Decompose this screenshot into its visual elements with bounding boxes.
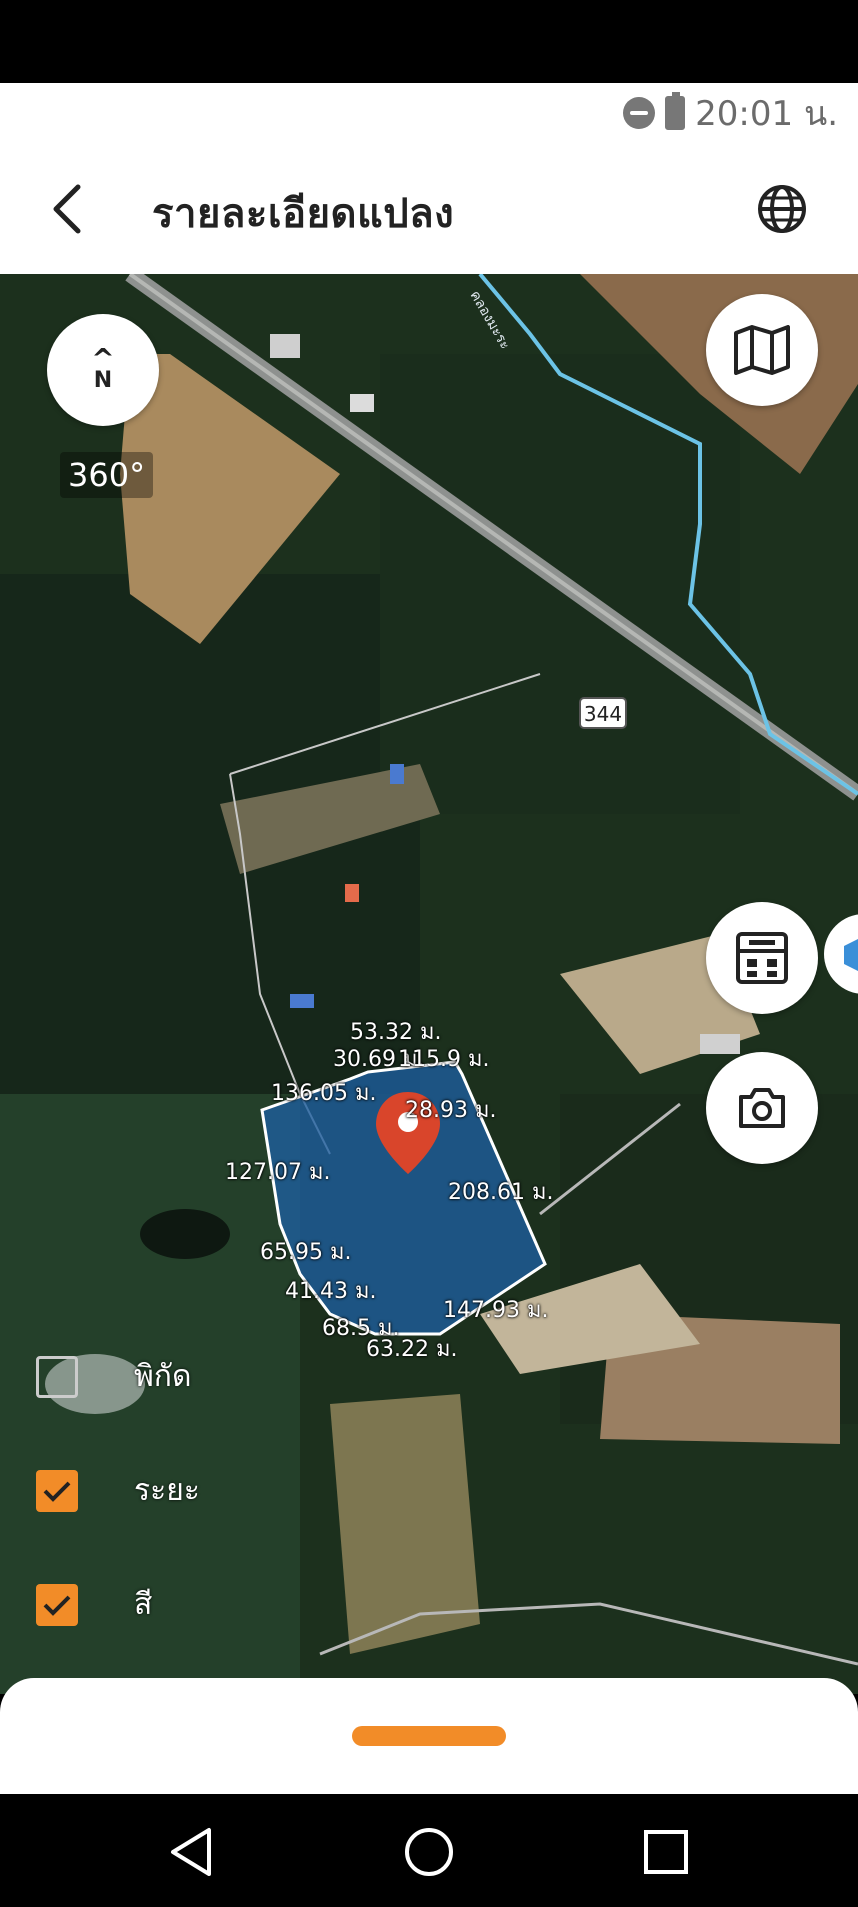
globe-icon[interactable] (756, 183, 808, 235)
checkmark-icon (43, 1481, 71, 1502)
battery-charging-icon (665, 92, 686, 130)
camera-icon (739, 1088, 785, 1128)
plot-measurement: 115.9 ม. (398, 1047, 490, 1072)
plot-measurement: 147.93 ม. (443, 1298, 549, 1323)
bottom-sheet[interactable] (0, 1678, 858, 1794)
plot-measurement: 63.22 ม. (366, 1337, 458, 1362)
status-bar: 20:01 น. (0, 83, 858, 143)
plot-measurement: 208.61 ม. (448, 1180, 554, 1205)
camera-button[interactable] (706, 1052, 818, 1164)
plot-measurement: 28.93 ม. (405, 1098, 497, 1123)
map-layer-button[interactable] (706, 294, 818, 406)
plot-measurement: 41.43 ม. (285, 1279, 377, 1304)
road-number: 344 (584, 702, 622, 726)
cube-icon (844, 939, 858, 971)
plot-measurement: 127.07 ม. (225, 1160, 331, 1185)
color-label: สี (134, 1587, 153, 1622)
back-arrow-icon[interactable] (44, 179, 94, 239)
compass-button[interactable]: ^ N (47, 314, 159, 426)
page-title: รายละเอียดแปลง (152, 191, 455, 237)
satellite-map[interactable]: 344 คลองมะระ 53.32 ม. 30.69 ม. 115.9 ม. … (0, 274, 858, 1694)
app-header: รายละเอียดแปลง (0, 143, 858, 274)
status-time: 20:01 น. (695, 94, 838, 134)
color-toggle[interactable]: สี (36, 1581, 152, 1628)
nav-recents-icon[interactable] (638, 1824, 694, 1880)
plot-measurement: 136.05 ม. (271, 1081, 377, 1106)
do-not-disturb-icon (623, 97, 656, 129)
coordinates-checkbox[interactable] (36, 1355, 78, 1398)
top-black-bar (0, 0, 858, 83)
distance-label: ระยะ (134, 1473, 200, 1508)
nav-home-icon[interactable] (401, 1824, 457, 1880)
distance-checkbox[interactable] (36, 1469, 78, 1512)
checkmark-icon (43, 1595, 71, 1616)
distance-toggle[interactable]: ระยะ (36, 1467, 200, 1514)
calculator-icon (736, 932, 788, 984)
color-checkbox[interactable] (36, 1583, 78, 1626)
sheet-drag-handle[interactable] (352, 1726, 506, 1746)
status-icons: 20:01 น. (623, 92, 838, 134)
nav-back-icon[interactable] (165, 1824, 221, 1880)
system-nav-bar (0, 1794, 858, 1907)
map-icon (734, 325, 790, 375)
heading-readout: 360° (60, 452, 154, 498)
plot-measurement: 65.95 ม. (260, 1240, 352, 1265)
coordinates-label: พิกัด (134, 1359, 192, 1394)
coordinates-toggle[interactable]: พิกัด (36, 1353, 191, 1400)
compass-arrow-icon: ^ (91, 342, 115, 375)
compass-north-label: N (93, 368, 113, 393)
calculator-button[interactable] (706, 902, 818, 1014)
